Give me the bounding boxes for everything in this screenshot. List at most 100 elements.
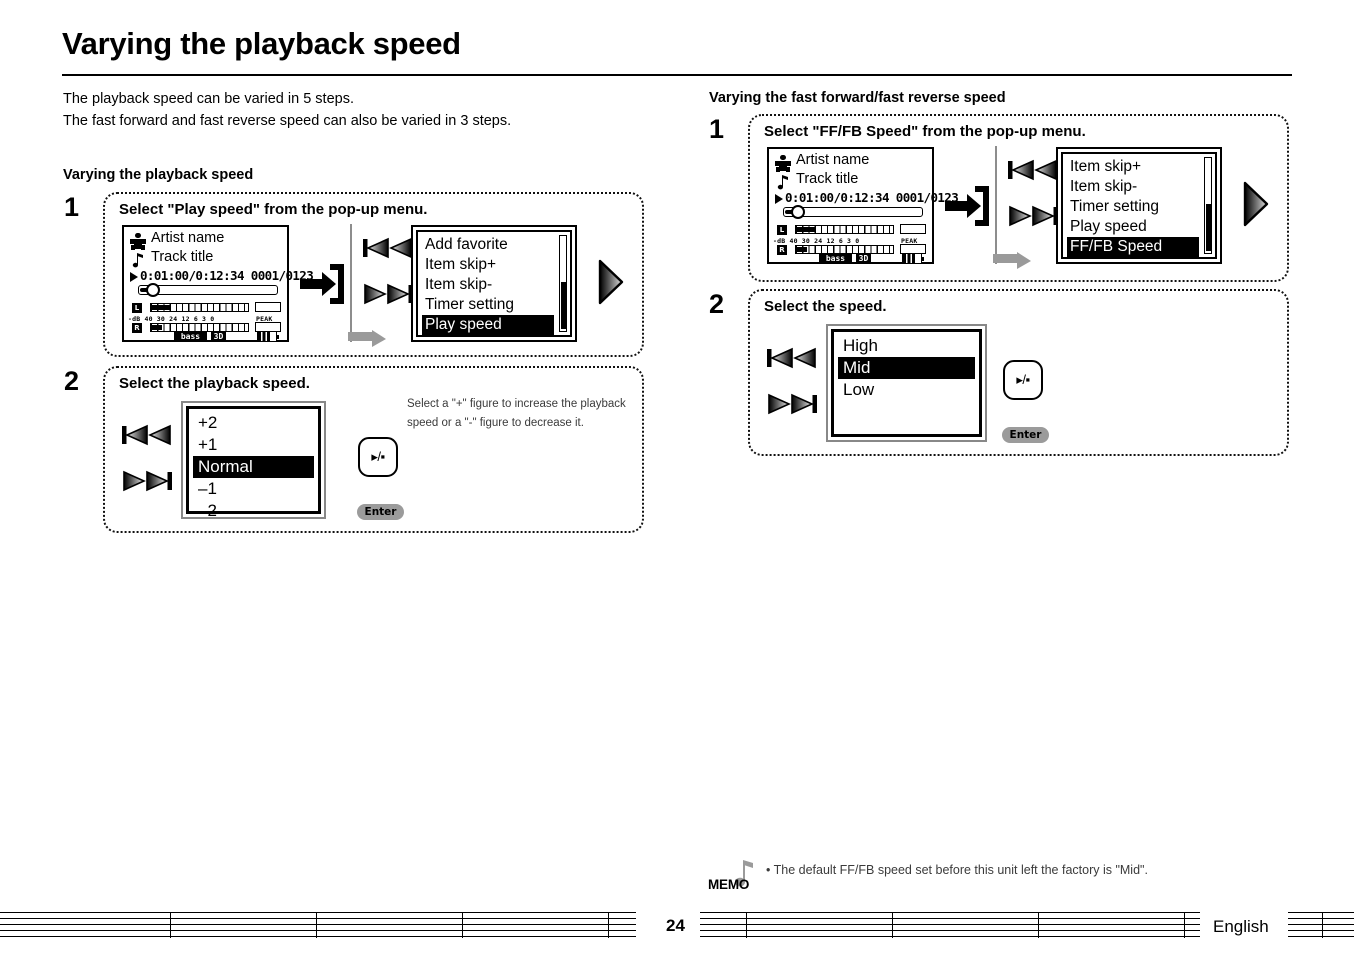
meter-label-right: R	[132, 323, 142, 333]
enter-button[interactable]: Enter	[357, 504, 404, 520]
skip-forward-icon-4[interactable]	[767, 393, 817, 420]
ffspeed-option-high[interactable]: High	[838, 335, 975, 357]
skip-backward-icon-4[interactable]	[767, 347, 817, 374]
footer-staff-edge	[1288, 912, 1354, 938]
battery-icon	[257, 331, 279, 342]
flow-arrow-icon	[348, 330, 388, 353]
speed-list-panel-right: High Mid Low	[826, 324, 987, 442]
intro-line-2: The fast forward and fast reverse speed …	[63, 113, 512, 129]
popup-menu-right-1: Item skip+ Item skip- Timer setting Play…	[1056, 147, 1222, 264]
popup-menu-inner-2: Item skip+ Item skip- Timer setting Play…	[1061, 152, 1217, 259]
skip-backward-icon[interactable]	[363, 237, 413, 264]
step-note-left-2: Select a "+" figure to increase the play…	[407, 398, 626, 429]
meter-fill-right-2	[797, 247, 807, 252]
lcd-time-and-track-count: 0:01:00/0:12:34 0001/0123	[140, 268, 314, 283]
artist-icon	[130, 233, 146, 250]
step-divider-line-2	[995, 146, 997, 264]
speed-list-inner-2: High Mid Low	[831, 329, 982, 437]
menu-item-play-speed-2[interactable]: Play speed	[1067, 217, 1199, 237]
peak-box-left	[255, 302, 281, 312]
menu-item-add-favorite[interactable]: Add favorite	[422, 235, 554, 255]
memo-label: MEMO	[708, 877, 750, 892]
skip-forward-icon[interactable]	[363, 283, 413, 310]
battery-icon-2	[902, 253, 924, 264]
flow-arrow-icon-2	[993, 252, 1033, 275]
meter-fill-left	[152, 305, 170, 310]
play-indicator-icon	[130, 272, 138, 282]
speed-option-normal[interactable]: Normal	[193, 456, 314, 478]
artist-icon-2	[775, 155, 791, 172]
meter-label-left-2: L	[777, 225, 787, 235]
ffspeed-option-mid[interactable]: Mid	[838, 357, 975, 379]
speed-option-minus1[interactable]: –1	[193, 478, 314, 500]
menu-item-timer-setting-2[interactable]: Timer setting	[1067, 197, 1199, 217]
section-heading-playback-speed: Varying the playback speed	[63, 167, 254, 183]
popup-menu-inner: Add favorite Item skip+ Item skip- Timer…	[416, 230, 572, 337]
lcd-seek-knob	[146, 283, 160, 297]
continue-triangle-icon	[598, 259, 624, 310]
step-number-right-1: 1	[709, 114, 725, 144]
lcd-seek-knob-2	[791, 205, 805, 219]
page-title: Varying the playback speed	[62, 26, 461, 61]
continue-triangle-icon-2	[1243, 181, 1269, 232]
menu-item-item-skip-plus-2[interactable]: Item skip+	[1067, 157, 1199, 177]
language-label: English	[1213, 917, 1269, 936]
popup-scrollbar-thumb-2[interactable]	[1205, 203, 1211, 251]
skip-backward-icon-3[interactable]	[1008, 159, 1058, 186]
page-number: 24	[666, 916, 685, 935]
popup-scrollbar-track-2[interactable]	[1204, 157, 1212, 254]
skip-backward-icon-2[interactable]	[122, 424, 172, 451]
intro-paragraph: The playback speed can be varied in 5 st…	[63, 88, 511, 132]
play-stop-icon-2: ▸/▪	[1016, 372, 1030, 387]
memo-text: • The default FF/FB speed set before thi…	[766, 863, 1148, 877]
enter-button-2[interactable]: Enter	[1002, 427, 1049, 443]
popup-scrollbar-track[interactable]	[559, 235, 567, 332]
step-number-right-2: 2	[709, 289, 725, 319]
open-menu-arrow-icon	[300, 262, 346, 311]
meter-fill-left-2	[797, 227, 815, 232]
step-title-left-1: Select "Play speed" from the pop-up menu…	[119, 201, 428, 218]
intro-line-1: The playback speed can be varied in 5 st…	[63, 91, 354, 107]
meter-label-left: L	[132, 303, 142, 313]
menu-item-timer-setting[interactable]: Timer setting	[422, 295, 554, 315]
step-box-right-1: Select "FF/FB Speed" from the pop-up men…	[748, 114, 1289, 282]
badge-3d: 3D	[211, 331, 226, 342]
step-box-right-2: Select the speed. High Mid Low ▸/▪ Enter	[748, 289, 1289, 456]
peak-box-left-2	[900, 224, 926, 234]
speed-list-inner: +2 +1 Normal –1 –2	[186, 406, 321, 520]
popup-menu-left-1: Add favorite Item skip+ Item skip- Timer…	[411, 225, 577, 342]
step-box-left-1: Select "Play speed" from the pop-up menu…	[103, 192, 644, 357]
lcd-track-title: Track title	[151, 249, 214, 265]
meter-label-right-2: R	[777, 245, 787, 255]
lcd-display-left-1: Artist name Track title 0:01:00/0:12:34 …	[122, 225, 314, 342]
speed-option-plus1[interactable]: +1	[193, 434, 314, 456]
step-divider-line	[350, 224, 352, 342]
speed-option-minus2[interactable]: –2	[193, 500, 314, 522]
skip-forward-icon-3[interactable]	[1008, 205, 1058, 232]
menu-item-item-skip-minus[interactable]: Item skip-	[422, 275, 554, 295]
step-title-right-2: Select the speed.	[764, 298, 887, 315]
lcd-artist-name-2: Artist name	[796, 152, 870, 168]
speed-option-plus2[interactable]: +2	[193, 412, 314, 434]
play-stop-button[interactable]: ▸/▪	[358, 437, 398, 477]
title-rule	[62, 74, 1292, 76]
menu-item-play-speed[interactable]: Play speed	[422, 315, 554, 335]
open-menu-arrow-icon-2	[945, 184, 991, 233]
skip-forward-icon-2[interactable]	[122, 470, 172, 497]
menu-item-ff-fb-speed[interactable]: FF/FB Speed	[1067, 237, 1199, 257]
speed-list-panel-left: +2 +1 Normal –1 –2	[181, 401, 326, 520]
ffspeed-option-low[interactable]: Low	[838, 379, 975, 401]
menu-item-item-skip-minus-2[interactable]: Item skip-	[1067, 177, 1199, 197]
popup-scrollbar-thumb[interactable]	[560, 281, 566, 329]
step-title-left-2: Select the playback speed.	[119, 375, 310, 392]
lcd-display-right-1: Artist name Track title 0:01:00/0:12:34 …	[767, 147, 959, 264]
step-number-left-1: 1	[64, 192, 80, 222]
step-box-left-2: Select the playback speed. +2 +1 Normal …	[103, 366, 644, 533]
step-title-right-1: Select "FF/FB Speed" from the pop-up men…	[764, 123, 1086, 140]
play-indicator-icon-2	[775, 194, 783, 204]
meter-fill-right	[152, 325, 162, 330]
step-number-left-2: 2	[64, 366, 80, 396]
menu-item-item-skip-plus[interactable]: Item skip+	[422, 255, 554, 275]
badge-bass-2: bass	[819, 253, 852, 264]
play-stop-button-2[interactable]: ▸/▪	[1003, 360, 1043, 400]
